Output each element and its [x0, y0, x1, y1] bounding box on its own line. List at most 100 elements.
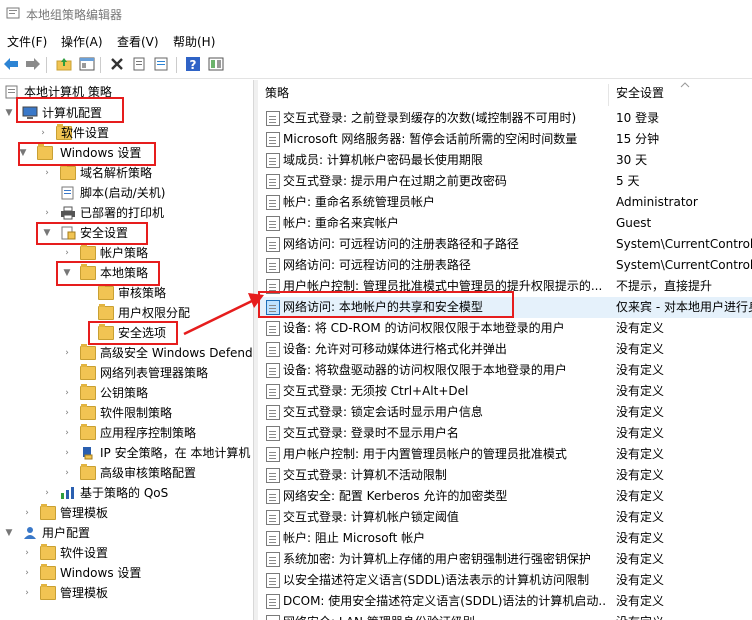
tree-pane: 本地计算机 策略 ▼ 计算机配置 › 软件设置 ▼ Windows 设置 › 域…: [0, 80, 254, 620]
properties-icon[interactable]: [130, 55, 148, 73]
policy-value: 没有定义: [616, 321, 665, 335]
policy-value: 没有定义: [616, 363, 665, 377]
menu-file[interactable]: 文件(F): [7, 33, 47, 50]
policy-setting-icon: [266, 132, 280, 147]
policy-row[interactable]: 网络访问: 可远程访问的注册表路径和子路径 System\CurrentContr…: [258, 234, 752, 255]
policy-value: 没有定义: [616, 531, 665, 545]
policy-row[interactable]: DCOM: 使用安全描述符定义语言(SDDL)语法的计算机启动... 没有定义: [258, 591, 752, 612]
expand-arrow-icon[interactable]: ›: [62, 403, 72, 423]
menu-help[interactable]: 帮助(H): [173, 33, 215, 50]
policy-row[interactable]: 交互式登录: 计算机不活动限制 没有定义: [258, 465, 752, 486]
expand-arrow-icon[interactable]: ›: [62, 463, 72, 483]
folder-icon: [80, 364, 96, 380]
policy-value: 没有定义: [616, 405, 665, 419]
policy-value: System\CurrentControlSet: [616, 258, 752, 272]
policy-name: 交互式登录: 无须按 Ctrl+Alt+Del: [283, 384, 469, 398]
collapse-arrow-icon[interactable]: ▼: [18, 143, 28, 163]
help-icon[interactable]: ?: [184, 55, 202, 73]
policy-value: Administrator: [616, 195, 698, 209]
policy-name: 域成员: 计算机帐户密码最长使用期限: [283, 153, 483, 167]
policy-row[interactable]: 交互式登录: 无须按 Ctrl+Alt+Del 没有定义: [258, 381, 752, 402]
policy-row[interactable]: 交互式登录: 提示用户在过期之前更改密码 5 天: [258, 171, 752, 192]
collapse-arrow-icon[interactable]: ▼: [62, 263, 72, 283]
expand-arrow-icon[interactable]: ›: [62, 443, 72, 463]
forward-arrow-icon[interactable]: [24, 55, 42, 73]
up-folder-icon[interactable]: [55, 55, 73, 73]
expand-arrow-icon[interactable]: ›: [62, 383, 72, 403]
policy-value: 没有定义: [616, 342, 665, 356]
policy-name: 帐户: 重命名系统管理员帐户: [283, 195, 435, 209]
policy-row[interactable]: 用户帐户控制: 管理员批准模式中管理员的提升权限提示的... 不提示，直接提升: [258, 276, 752, 297]
policy-name: 帐户: 阻止 Microsoft 帐户: [283, 531, 426, 545]
policy-value: 30 天: [616, 153, 648, 167]
expand-arrow-icon[interactable]: ›: [22, 503, 32, 523]
expand-arrow-icon[interactable]: ›: [42, 483, 52, 503]
policy-name: 设备: 将软盘驱动器的访问权限仅限于本地登录的用户: [283, 363, 567, 377]
view-options-icon[interactable]: [207, 55, 225, 73]
policy-row[interactable]: 设备: 将 CD-ROM 的访问权限仅限于本地登录的用户 没有定义: [258, 318, 752, 339]
policy-value: 没有定义: [616, 447, 665, 461]
delete-x-icon[interactable]: [108, 55, 126, 73]
collapse-arrow-icon[interactable]: ▼: [42, 223, 52, 243]
folder-icon: [80, 464, 96, 480]
policy-editor-app-icon: [6, 7, 20, 19]
policy-row[interactable]: 以安全描述符定义语言(SDDL)语法表示的计算机访问限制 没有定义: [258, 570, 752, 591]
show-hide-tree-icon[interactable]: [78, 55, 96, 73]
policy-row[interactable]: 交互式登录: 登录时不显示用户名 没有定义: [258, 423, 752, 444]
toolbar: ?: [0, 52, 752, 79]
policy-row[interactable]: 帐户: 重命名来宾帐户 Guest: [258, 213, 752, 234]
policy-name: Microsoft 网络服务器: 暂停会话前所需的空闲时间数量: [283, 132, 578, 146]
policy-row[interactable]: 系统加密: 为计算机上存储的用户密钥强制进行强密钥保护 没有定义: [258, 549, 752, 570]
expand-arrow-icon[interactable]: ›: [38, 123, 48, 143]
policy-row[interactable]: 设备: 将软盘驱动器的访问权限仅限于本地登录的用户 没有定义: [258, 360, 752, 381]
policy-row[interactable]: 网络访问: 可远程访问的注册表路径 System\CurrentControlSe…: [258, 255, 752, 276]
policy-row[interactable]: 用户帐户控制: 用于内置管理员帐户的管理员批准模式 没有定义: [258, 444, 752, 465]
expand-arrow-icon[interactable]: ›: [62, 243, 72, 263]
expand-arrow-icon[interactable]: ›: [22, 543, 32, 563]
column-header-policy[interactable]: 策略: [265, 80, 289, 106]
expand-arrow-icon[interactable]: ›: [42, 203, 52, 223]
title-bar: 本地组策略编辑器: [0, 0, 752, 28]
policy-row[interactable]: 交互式登录: 锁定会话时显示用户信息 没有定义: [258, 402, 752, 423]
export-list-icon[interactable]: [152, 55, 170, 73]
expand-arrow-icon[interactable]: ›: [42, 163, 52, 183]
policy-name: 网络访问: 本地帐户的共享和安全模型: [283, 300, 483, 314]
policy-name: 以安全描述符定义语言(SDDL)语法表示的计算机访问限制: [283, 573, 590, 587]
folder-icon: [80, 424, 96, 440]
policy-row[interactable]: 交互式登录: 计算机帐户锁定阈值 没有定义: [258, 507, 752, 528]
column-header-setting[interactable]: 安全设置: [616, 80, 664, 106]
menu-view[interactable]: 查看(V): [117, 33, 159, 50]
collapse-arrow-icon[interactable]: ▼: [4, 103, 14, 123]
policy-row[interactable]: 设备: 允许对可移动媒体进行格式化并弹出 没有定义: [258, 339, 752, 360]
expand-arrow-icon[interactable]: ›: [22, 563, 32, 583]
policy-row[interactable]: Microsoft 网络服务器: 暂停会话前所需的空闲时间数量 15 分钟: [258, 129, 752, 150]
policy-row[interactable]: 帐户: 阻止 Microsoft 帐户 没有定义: [258, 528, 752, 549]
policy-setting-icon: [266, 594, 280, 609]
policy-value: System\CurrentControlSet: [616, 237, 752, 251]
back-arrow-icon[interactable]: [2, 55, 20, 73]
policy-value: 没有定义: [616, 489, 665, 503]
locked-folder-icon: [98, 304, 114, 320]
policy-row[interactable]: 网络访问: 本地帐户的共享和安全模型 仅来宾 - 对本地用户进行身份验证: [258, 297, 752, 318]
policy-setting-icon: [266, 573, 280, 588]
policy-row[interactable]: 网络安全: 配置 Kerberos 允许的加密类型 没有定义: [258, 486, 752, 507]
policy-name: 交互式登录: 提示用户在过期之前更改密码: [283, 174, 507, 188]
policy-row[interactable]: 交互式登录: 之前登录到缓存的次数(域控制器不可用时) 10 登录: [258, 108, 752, 129]
policy-row[interactable]: 帐户: 重命名系统管理员帐户 Administrator: [258, 192, 752, 213]
column-divider[interactable]: [608, 84, 609, 106]
policy-row[interactable]: 网络安全: LAN 管理器身份验证级别 没有定义: [258, 612, 752, 620]
expand-arrow-icon[interactable]: ›: [22, 583, 32, 603]
policy-name: 交互式登录: 计算机不活动限制: [283, 468, 447, 482]
policy-name: 交互式登录: 之前登录到缓存的次数(域控制器不可用时): [283, 111, 577, 125]
expand-arrow-icon[interactable]: ›: [62, 343, 72, 363]
computer-icon: [22, 106, 38, 119]
printer-icon: [61, 206, 75, 220]
policy-value: 没有定义: [616, 468, 665, 482]
locked-folder-icon: [98, 284, 114, 300]
menu-action[interactable]: 操作(A): [61, 33, 103, 50]
expand-arrow-icon[interactable]: ›: [62, 423, 72, 443]
collapse-arrow-icon[interactable]: ▼: [4, 523, 14, 543]
policy-name: 网络安全: LAN 管理器身份验证级别: [283, 612, 605, 620]
policy-setting-icon: [266, 300, 280, 315]
policy-row[interactable]: 域成员: 计算机帐户密码最长使用期限 30 天: [258, 150, 752, 171]
